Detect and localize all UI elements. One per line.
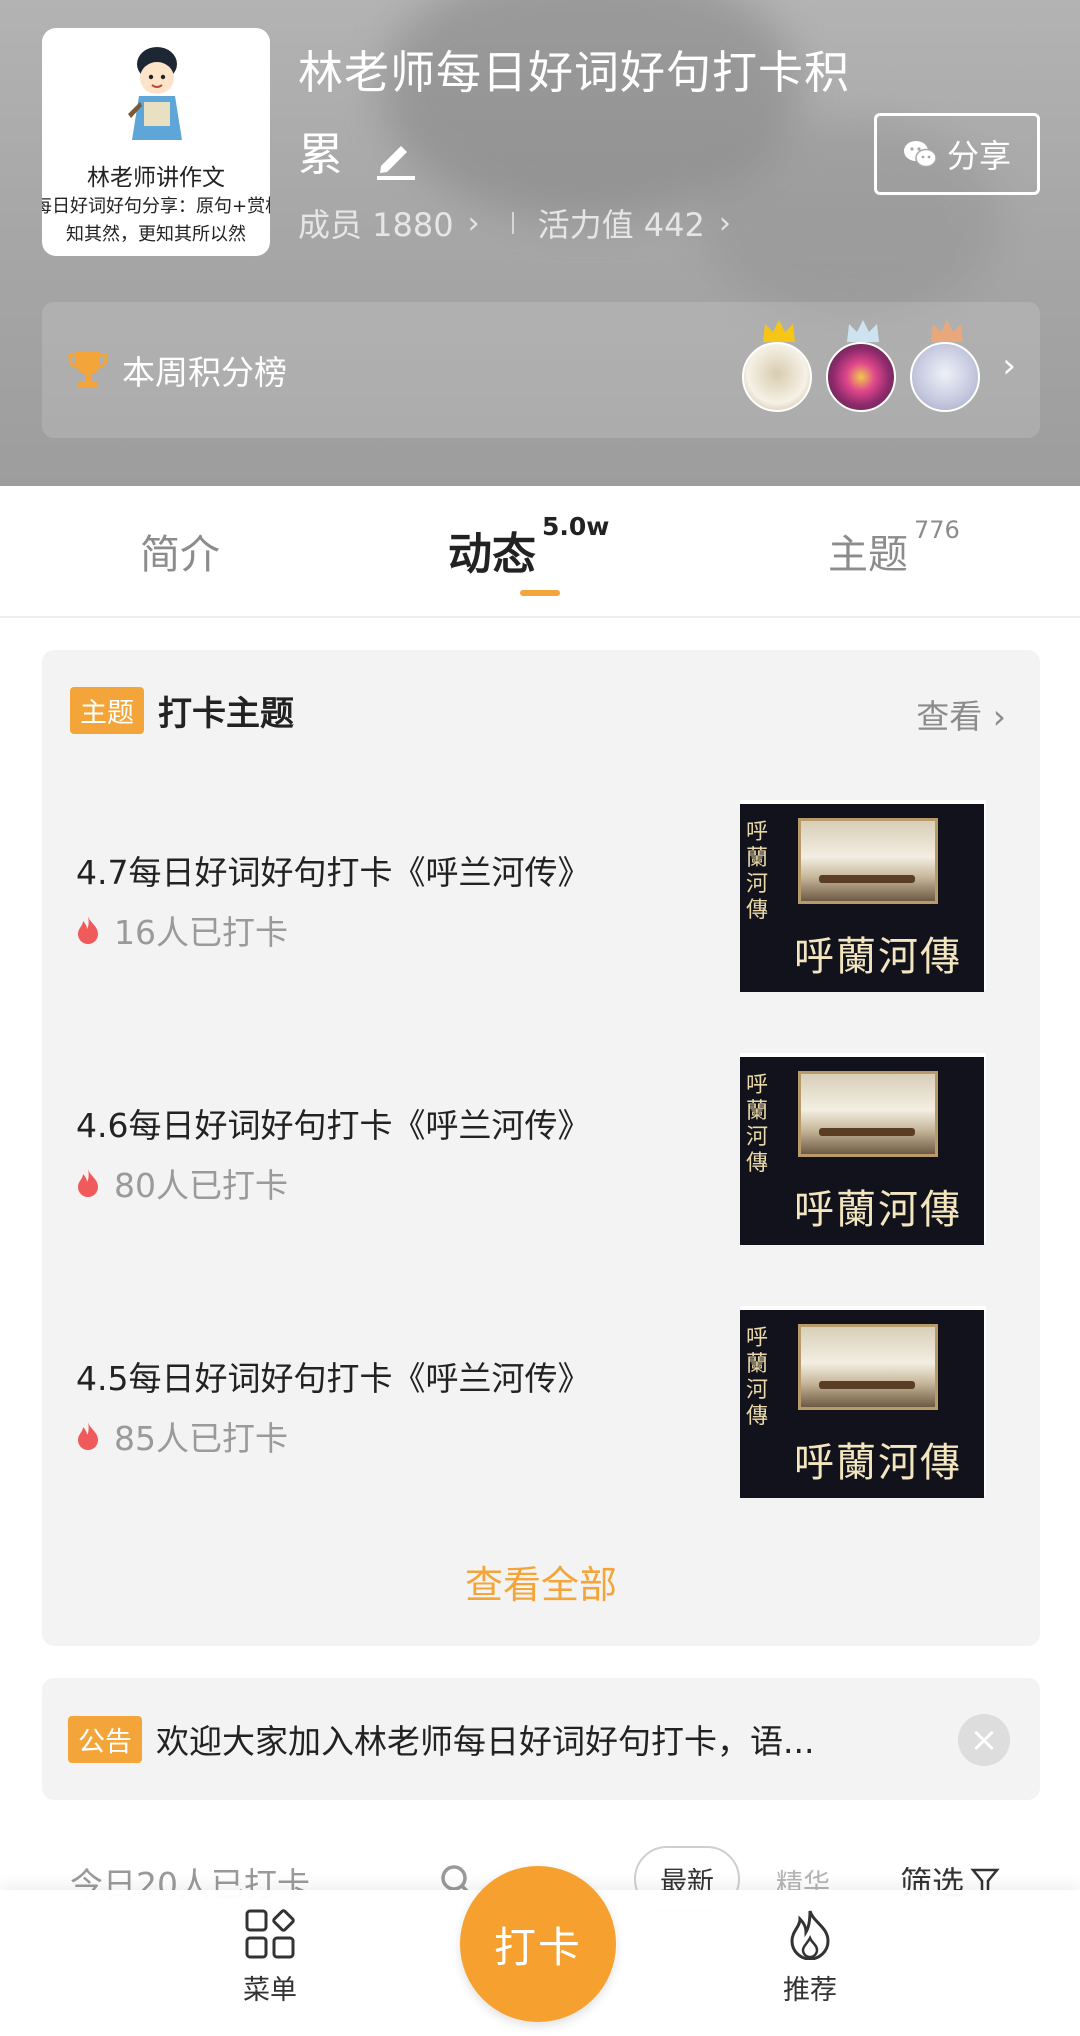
topic-item[interactable]: 4.5每日好词好句打卡《呼兰河传》 85人已打卡 呼蘭河傳 呼蘭河傳 [42,1306,1040,1498]
weekly-ranking-bar[interactable]: 本周积分榜 › [42,302,1040,438]
announcement-bar[interactable]: 公告 欢迎大家加入林老师每日好词好句打卡，语... × [42,1678,1040,1800]
nav-menu[interactable]: 菜单 [200,1908,340,2007]
share-button[interactable]: 分享 [874,113,1040,195]
topics-header: 主题 打卡主题 [70,686,294,735]
topic-item[interactable]: 4.6每日好词好句打卡《呼兰河传》 80人已打卡 呼蘭河傳 呼蘭河傳 [42,1053,1040,1245]
topic-checkin-count: 85人已打卡 [76,1412,288,1460]
edit-icon[interactable] [373,136,417,180]
bronze-crown-icon [931,320,963,342]
view-topics-label: 查看 [916,697,983,736]
topic-count-text: 80人已打卡 [114,1166,288,1205]
cartoon-teacher-icon [128,47,182,140]
topic-item[interactable]: 4.7每日好词好句打卡《呼兰河传》 16人已打卡 呼蘭河傳 呼蘭河傳 [42,800,1040,992]
silver-crown-icon [847,320,879,342]
share-label: 分享 [946,137,1011,175]
weekly-ranking-label: 本周积分榜 [122,353,287,392]
fire-icon [78,1169,98,1197]
tab-feed[interactable]: 动态5.0w [448,512,609,582]
group-title: 林老师每日好词好句打卡积累 [298,32,858,196]
book-spine-title: 呼蘭河傳 [746,1073,769,1176]
view-all-topics-button[interactable]: 查看全部 [42,1554,1040,1609]
fire-outline-icon [790,1910,830,1960]
nav-menu-label: 菜单 [243,1975,297,2006]
announcement-badge: 公告 [68,1715,142,1763]
topic-checkin-count: 16人已打卡 [76,906,288,954]
gold-crown-icon [763,320,795,342]
active-tab-indicator [520,590,560,596]
view-topics-link[interactable]: 查看 › [916,690,1006,738]
close-icon[interactable]: × [958,1714,1010,1766]
avatar[interactable] [826,320,896,412]
group-header: 林老师讲作文 每日好词好句分享：原句+赏析 知其然，更知其所以然 林老师每日好词… [0,0,1080,486]
activity-value[interactable]: 活力值 442 [538,200,705,246]
book-title: 呼蘭河傳 [794,1440,962,1486]
group-cover-image[interactable]: 林老师讲作文 每日好词好句分享：原句+赏析 知其然，更知其所以然 [42,28,270,256]
topic-count-text: 16人已打卡 [114,913,288,952]
book-title: 呼蘭河傳 [794,934,962,980]
ranking-avatars [742,320,980,412]
topic-title: 4.7每日好词好句打卡《呼兰河传》 [76,853,591,892]
book-spine-title: 呼蘭河傳 [746,1326,769,1429]
checkin-button[interactable]: 打卡 [460,1866,616,2022]
fire-icon [78,916,98,944]
tab-topics-label: 主题 [828,532,908,578]
book-title: 呼蘭河傳 [794,1187,962,1233]
tab-feed-count: 5.0w [542,512,610,541]
tab-feed-label: 动态 [448,529,536,580]
trophy-icon [68,351,108,388]
topic-title: 4.5每日好词好句打卡《呼兰河传》 [76,1359,591,1398]
book-cover-image: 呼蘭河傳 呼蘭河傳 [740,800,986,992]
members-count[interactable]: 成员 1880 [298,200,454,246]
tab-intro[interactable]: 简介 [140,522,220,580]
nav-recommend-label: 推荐 [783,1975,837,2006]
chevron-right-icon: › [1002,346,1016,386]
chevron-right-icon: › [992,697,1006,736]
wechat-icon [903,141,937,168]
nav-recommend[interactable]: 推荐 [740,1908,880,2007]
announcement-text: 欢迎大家加入林老师每日好词好句打卡，语... [156,1722,815,1761]
tab-intro-label: 简介 [140,532,220,578]
group-stats: 成员 1880 › 活力值 442 › [298,200,731,246]
book-cover-image: 呼蘭河傳 呼蘭河傳 [740,1306,986,1498]
topic-title: 4.6每日好词好句打卡《呼兰河传》 [76,1106,591,1145]
avatar[interactable] [910,320,980,412]
tab-topics-count: 776 [914,516,960,544]
book-cover-image: 呼蘭河傳 呼蘭河傳 [740,1053,986,1245]
menu-grid-icon [245,1909,295,1959]
checkin-topics-card: 主题 打卡主题 查看 › 4.7每日好词好句打卡《呼兰河传》 16人已打卡 呼蘭… [42,650,1040,1646]
divider [511,212,514,234]
topic-checkin-count: 80人已打卡 [76,1159,288,1207]
fire-icon [78,1422,98,1450]
avatar[interactable] [742,320,812,412]
chevron-right-icon: › [718,205,731,241]
tab-bar: 简介 动态5.0w 主题776 [0,486,1080,618]
cover-slogan: 知其然，更知其所以然 [66,224,246,245]
chevron-right-icon: › [467,205,480,241]
book-spine-title: 呼蘭河傳 [746,820,769,923]
tab-topics[interactable]: 主题776 [828,516,960,580]
cover-title: 林老师讲作文 [87,165,225,191]
cover-subtitle: 每日好词好句分享：原句+赏析 [42,196,270,217]
topic-count-text: 85人已打卡 [114,1419,288,1458]
topics-title: 打卡主题 [158,694,294,734]
topic-badge: 主题 [70,687,144,734]
